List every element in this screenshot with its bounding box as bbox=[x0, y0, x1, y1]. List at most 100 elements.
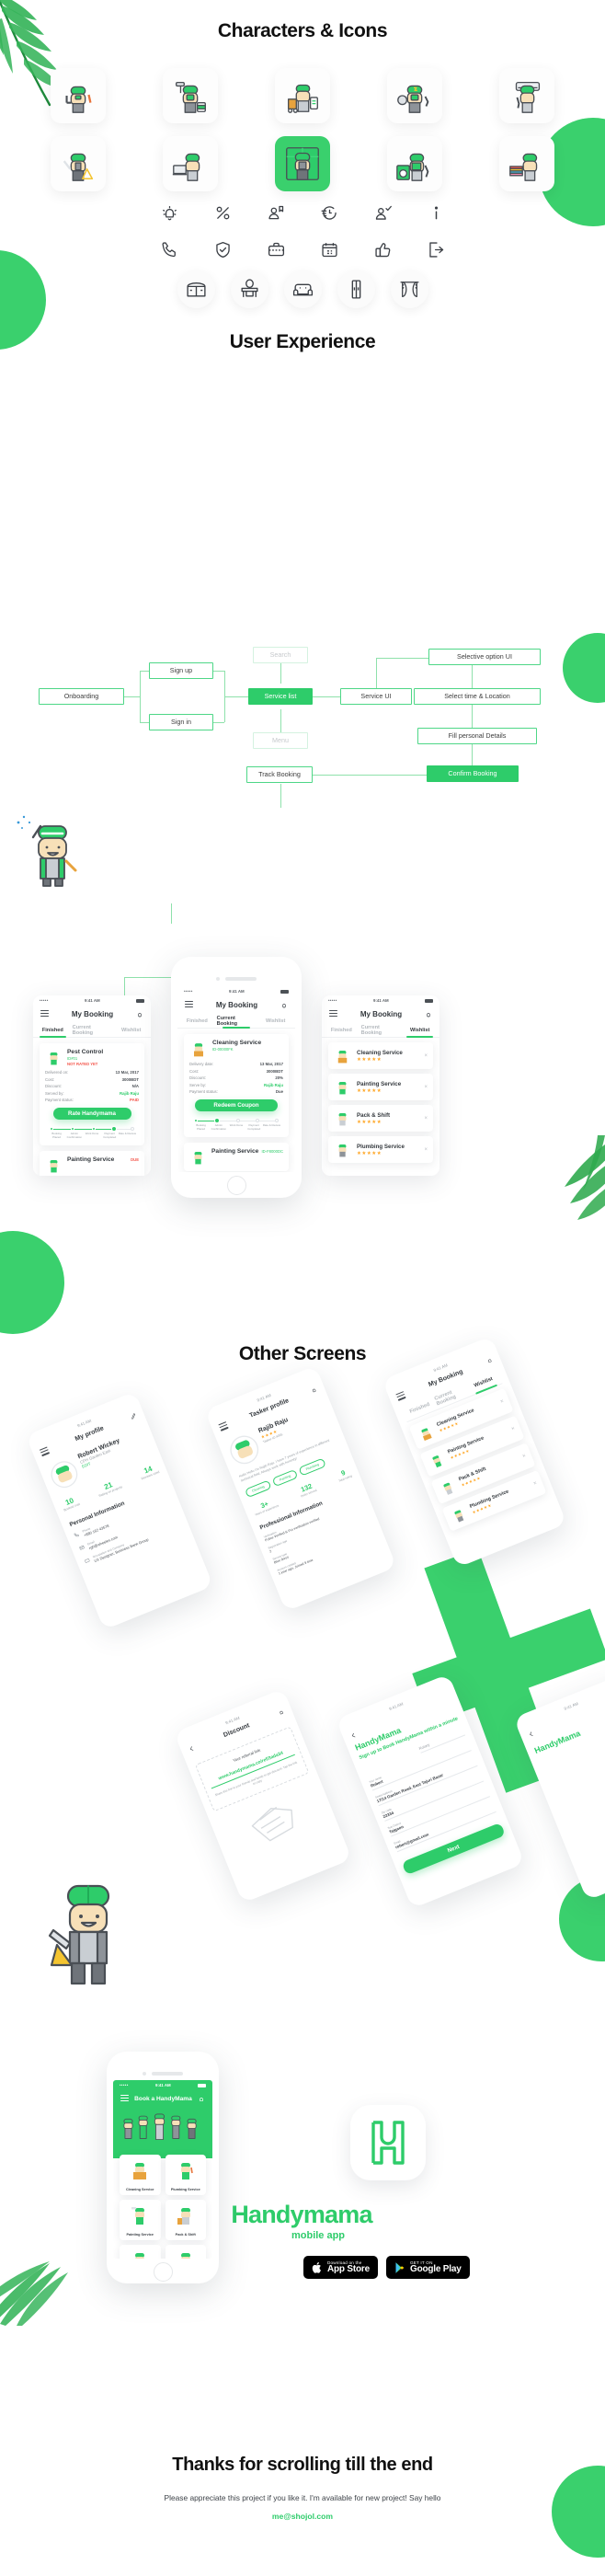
flow-node-signup[interactable]: Sign up bbox=[149, 662, 213, 679]
booking-card[interactable]: Pest Control ID#01 NOT RATED YET Deliver… bbox=[40, 1043, 144, 1145]
home-button[interactable] bbox=[153, 2262, 173, 2282]
character-tile-plumber[interactable] bbox=[51, 68, 106, 123]
footer-email[interactable]: me@shojol.com bbox=[0, 2512, 605, 2521]
google-play-badge[interactable]: GET IT ON Google Play bbox=[385, 2256, 470, 2279]
remove-icon[interactable]: × bbox=[424, 1147, 428, 1153]
flow-node-onboarding[interactable]: Onboarding bbox=[39, 688, 124, 705]
flow-node-search[interactable]: Search bbox=[253, 647, 308, 663]
menu-icon[interactable] bbox=[218, 1421, 229, 1432]
history-icon[interactable] bbox=[317, 201, 341, 224]
service-card[interactable]: Cleaning Service bbox=[120, 2155, 161, 2195]
step-dot[interactable] bbox=[70, 1127, 74, 1132]
step-dot[interactable] bbox=[194, 1119, 198, 1123]
character-tile-ac-repair[interactable] bbox=[499, 68, 554, 123]
booking-card-secondary[interactable]: Painting Service ID-F8000DC bbox=[184, 1142, 289, 1171]
curtain-icon[interactable] bbox=[390, 270, 428, 308]
remove-icon[interactable]: × bbox=[532, 1480, 538, 1487]
character-tile-computer-repair[interactable] bbox=[163, 136, 218, 191]
rate-handymama-button[interactable]: Rate Handymama bbox=[52, 1108, 131, 1121]
service-card[interactable]: Pack & Shift bbox=[165, 2200, 206, 2240]
tab-finished[interactable]: Finished bbox=[177, 1014, 217, 1028]
percent-icon[interactable] bbox=[211, 201, 234, 224]
tag-plumbing[interactable]: Plumbing bbox=[298, 1457, 326, 1477]
tab-finished[interactable]: Finished bbox=[33, 1023, 73, 1038]
remove-icon[interactable]: × bbox=[510, 1426, 516, 1432]
flow-node-track-booking[interactable]: Track Booking bbox=[246, 766, 313, 783]
character-tile-electrician[interactable] bbox=[387, 68, 442, 123]
remove-icon[interactable]: × bbox=[424, 1116, 428, 1121]
booking-card-secondary[interactable]: Painting Service DUE bbox=[40, 1150, 144, 1176]
step-dot[interactable] bbox=[236, 1119, 240, 1123]
wardrobe-icon[interactable] bbox=[337, 270, 375, 308]
flow-node-confirm-booking[interactable]: Confirm Booking bbox=[427, 765, 519, 782]
menu-icon[interactable] bbox=[120, 2094, 129, 2104]
flow-node-service-list[interactable]: Service list bbox=[248, 688, 313, 705]
service-card[interactable]: Plumbing Service bbox=[165, 2155, 206, 2195]
menu-icon[interactable] bbox=[395, 1391, 406, 1402]
remove-icon[interactable]: × bbox=[424, 1053, 428, 1059]
menu-icon[interactable] bbox=[39, 1446, 51, 1457]
service-card[interactable]: Painting Service bbox=[120, 2200, 161, 2240]
wishlist-item[interactable]: Cleaning Service ★★★★★ × bbox=[328, 1042, 433, 1069]
bell-icon[interactable] bbox=[280, 1002, 288, 1009]
back-arrow-icon[interactable] bbox=[349, 1731, 358, 1740]
bell-icon[interactable] bbox=[136, 1011, 143, 1018]
phone-icon[interactable] bbox=[157, 237, 181, 261]
flow-node-selective-option-ui[interactable]: Selective option UI bbox=[428, 649, 541, 665]
logout-icon[interactable] bbox=[424, 237, 448, 261]
back-arrow-icon[interactable] bbox=[188, 1744, 196, 1753]
calendar-icon[interactable] bbox=[317, 237, 341, 261]
character-tile-carpenter[interactable] bbox=[51, 136, 106, 191]
step-dot-active[interactable] bbox=[111, 1126, 118, 1133]
user-check-icon[interactable] bbox=[371, 201, 394, 224]
thumbs-up-icon[interactable] bbox=[371, 237, 394, 261]
wishlist-item[interactable]: Plumbing Service ★★★★★ × bbox=[328, 1136, 433, 1163]
bell-icon[interactable] bbox=[425, 1011, 432, 1018]
character-tile-delivery[interactable] bbox=[275, 68, 330, 123]
tab-wishlist[interactable]: Wishlist bbox=[400, 1023, 439, 1038]
menu-icon[interactable] bbox=[329, 1009, 337, 1019]
service-card[interactable]: Carpentry bbox=[165, 2245, 206, 2259]
tab-finished[interactable]: Finished bbox=[322, 1023, 361, 1037]
flow-node-fill-personal-details[interactable]: Fill personal Details bbox=[417, 728, 537, 744]
menu-icon[interactable] bbox=[185, 1000, 193, 1010]
tab-wishlist[interactable]: Wishlist bbox=[111, 1023, 151, 1037]
flow-node-signin[interactable]: Sign in bbox=[149, 714, 213, 730]
character-tile-painter[interactable] bbox=[163, 68, 218, 123]
remove-icon[interactable]: × bbox=[521, 1454, 527, 1460]
flow-node-service-ui[interactable]: Service UI bbox=[340, 688, 412, 705]
tab-current-booking[interactable]: Current Booking bbox=[217, 1014, 257, 1029]
redeem-coupon-button[interactable]: Redeem Coupon bbox=[195, 1099, 278, 1112]
dressing-table-icon[interactable] bbox=[230, 270, 268, 308]
flow-node-select-time-location[interactable]: Select time & Location bbox=[414, 688, 541, 705]
wishlist-item[interactable]: Painting Service ★★★★★ × bbox=[328, 1074, 433, 1100]
edit-icon[interactable] bbox=[130, 1412, 138, 1420]
character-tile-window-cleaning[interactable] bbox=[275, 136, 330, 191]
step-dot-active[interactable] bbox=[214, 1118, 220, 1124]
tab-current-booking[interactable]: Current Booking bbox=[73, 1023, 112, 1037]
bell-icon[interactable] bbox=[157, 201, 181, 224]
service-card[interactable]: Pest Control bbox=[120, 2245, 161, 2259]
tag-cleaning[interactable]: Cleaning bbox=[244, 1479, 272, 1498]
home-button[interactable] bbox=[226, 1176, 246, 1195]
cabinet-icon[interactable] bbox=[177, 270, 215, 308]
shield-check-icon[interactable] bbox=[211, 237, 234, 261]
app-store-badge[interactable]: Download on the App Store bbox=[303, 2256, 378, 2279]
step-dot[interactable] bbox=[92, 1127, 96, 1132]
bell-icon[interactable] bbox=[277, 1708, 285, 1717]
step-dot[interactable] bbox=[50, 1127, 53, 1132]
character-tile-appliance-repair[interactable] bbox=[387, 136, 442, 191]
tag-painting[interactable]: Painting bbox=[271, 1468, 299, 1487]
bell-icon[interactable] bbox=[310, 1386, 318, 1395]
info-icon[interactable] bbox=[424, 201, 448, 224]
wishlist-item[interactable]: Pack & Shift ★★★★★ × bbox=[328, 1105, 433, 1132]
menu-icon[interactable] bbox=[40, 1009, 49, 1019]
booking-card[interactable]: Cleaning Service ID-00000FK Delivery dat… bbox=[184, 1034, 289, 1137]
user-badge-icon[interactable] bbox=[264, 201, 288, 224]
remove-icon[interactable]: × bbox=[499, 1398, 505, 1405]
sofa-icon[interactable] bbox=[283, 270, 322, 308]
step-dot[interactable] bbox=[131, 1127, 134, 1132]
flow-node-menu[interactable]: Menu bbox=[253, 732, 308, 749]
bell-icon[interactable] bbox=[198, 2096, 205, 2103]
step-dot[interactable] bbox=[256, 1119, 260, 1123]
